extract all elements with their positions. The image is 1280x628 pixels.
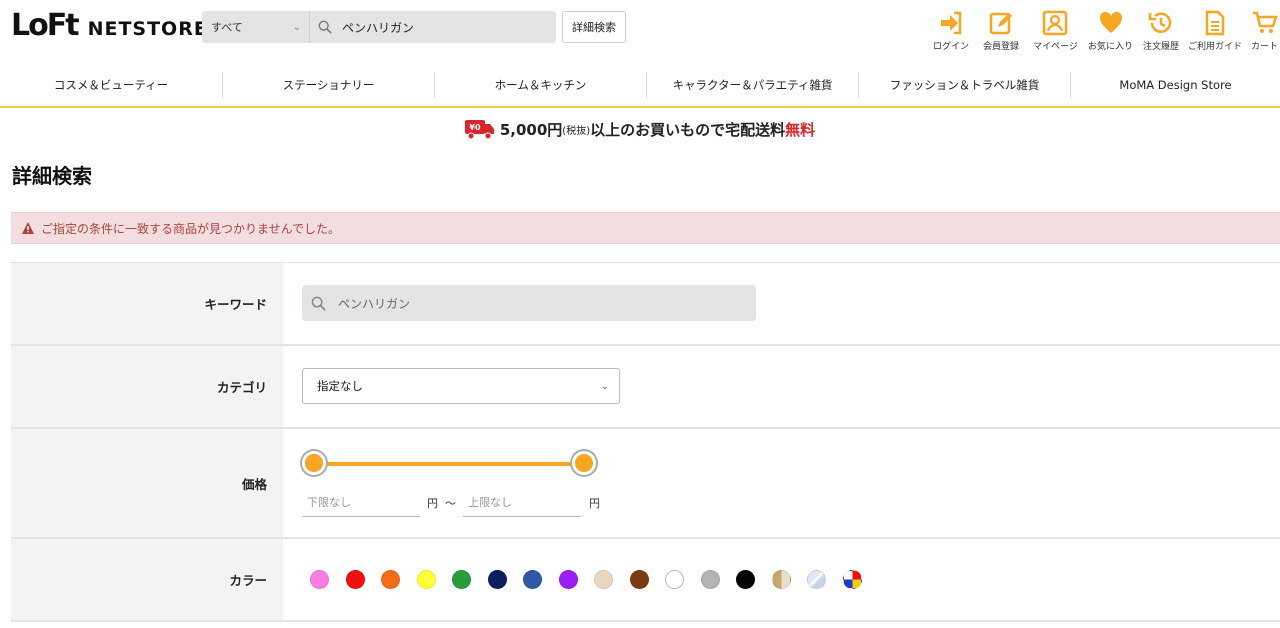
advanced-search-form: キーワード ペンハリガン カテゴリ 指定なし ⌄ 価格 下限なし 円 〜 上限な… (11, 262, 1280, 622)
price-max-unit: 円 (589, 497, 600, 510)
keyword-input[interactable]: ペンハリガン (302, 285, 756, 321)
color-swatch[interactable] (629, 570, 649, 589)
color-swatch[interactable] (771, 570, 791, 589)
banner-tax: (税抜) (562, 125, 591, 137)
price-min-input[interactable]: 下限なし (302, 487, 420, 517)
order-history-label: 注文履歴 (1143, 42, 1180, 52)
category-select[interactable]: 指定なし ⌄ (302, 368, 620, 404)
login-link[interactable]: ログイン (933, 10, 969, 52)
category-nav: コスメ＆ビューティー ステーショナリー ホーム＆キッチン キャラクター＆パラエテ… (0, 64, 1280, 108)
color-swatch[interactable] (452, 570, 471, 589)
color-swatch[interactable] (523, 570, 542, 589)
color-swatch[interactable] (594, 570, 613, 589)
color-label: カラー (11, 539, 283, 620)
mypage-label: マイページ (1033, 42, 1078, 52)
register-icon (989, 12, 1012, 35)
warning-icon (22, 222, 34, 234)
site-header: LoFt NETSTORE すべて ⌄ ペンハリガン 詳細検索 ログイン 会員登… (0, 0, 1280, 62)
logo-netstore: NETSTORE (87, 18, 208, 40)
mypage-link[interactable]: マイページ (1033, 10, 1078, 52)
color-swatch[interactable] (416, 570, 436, 589)
login-label: ログイン (933, 42, 970, 52)
color-swatch[interactable] (310, 570, 329, 589)
favorites-label: お気に入り (1088, 42, 1134, 52)
price-slider-track[interactable] (314, 462, 584, 466)
header-search: すべて ⌄ ペンハリガン (202, 11, 556, 43)
site-logo[interactable]: LoFt NETSTORE (11, 11, 208, 41)
advanced-search-button[interactable]: 詳細検索 (562, 11, 626, 43)
login-icon (941, 11, 962, 35)
heart-icon (1099, 11, 1122, 33)
nav-item-fashion-travel[interactable]: ファッション＆トラベル雑貨 (859, 72, 1071, 98)
chevron-down-icon: ⌄ (600, 380, 609, 392)
price-row: 価格 下限なし 円 〜 上限なし 円 (11, 429, 1280, 539)
logo-loft: LoFt (11, 8, 80, 43)
guide-link[interactable]: ご利用ガイド (1188, 10, 1242, 52)
color-swatch[interactable] (345, 570, 365, 589)
guide-icon (1205, 10, 1225, 36)
nav-item-moma[interactable]: MoMA Design Store (1071, 72, 1280, 98)
price-slider-max-handle[interactable] (572, 451, 596, 475)
price-separator: 〜 (445, 497, 456, 510)
cart-icon (1252, 11, 1278, 33)
shipping-banner[interactable]: ¥0 5,000円 (税抜) 以上のお買いもので宅配送料 無料 (0, 116, 1280, 142)
keyword-label: キーワード (11, 263, 283, 344)
keyword-input-value: ペンハリガン (338, 296, 411, 311)
color-swatches (310, 570, 878, 589)
nav-item-home-kitchen[interactable]: ホーム＆キッチン (435, 72, 647, 98)
search-icon (318, 20, 332, 34)
banner-amount: 5,000円 (499, 120, 563, 139)
cart-link[interactable]: カート (1251, 10, 1278, 52)
price-label: 価格 (11, 429, 283, 537)
mypage-icon (1043, 10, 1068, 36)
no-results-alert: ご指定の条件に一致する商品が見つかりませんでした。 (11, 212, 1280, 244)
alert-message: ご指定の条件に一致する商品が見つかりませんでした。 (41, 221, 341, 236)
color-swatch[interactable] (700, 570, 720, 589)
category-selected-value: 指定なし (317, 379, 363, 393)
price-min-unit: 円 (427, 497, 438, 510)
order-history-link[interactable]: 注文履歴 (1143, 10, 1179, 52)
color-swatch[interactable] (665, 570, 684, 589)
color-row: カラー (11, 539, 1280, 622)
search-scope-value: すべて (211, 21, 243, 34)
banner-free: 無料 (785, 120, 816, 139)
chevron-down-icon: ⌄ (292, 21, 301, 33)
favorites-link[interactable]: お気に入り (1088, 10, 1133, 52)
color-swatch[interactable] (807, 570, 826, 589)
color-swatch[interactable] (487, 570, 507, 589)
nav-item-character[interactable]: キャラクター＆パラエティ雑貨 (647, 72, 859, 98)
color-swatch[interactable] (381, 570, 400, 589)
price-slider-min-handle[interactable] (302, 451, 326, 475)
color-swatch[interactable] (842, 570, 862, 589)
search-icon (311, 296, 326, 310)
color-swatch[interactable] (736, 570, 755, 589)
search-input-value: ペンハリガン (342, 20, 415, 35)
keyword-row: キーワード ペンハリガン (11, 263, 1280, 346)
history-icon (1148, 12, 1172, 33)
banner-text: 以上のお買いもので宅配送料 (590, 120, 786, 139)
nav-item-cosme[interactable]: コスメ＆ビューティー (0, 72, 223, 98)
search-scope-select[interactable]: すべて ⌄ (202, 11, 310, 43)
search-input[interactable]: ペンハリガン (310, 19, 556, 36)
color-swatch[interactable] (558, 570, 578, 589)
guide-label: ご利用ガイド (1188, 42, 1243, 52)
price-max-input[interactable]: 上限なし (463, 487, 581, 517)
page-title: 詳細検索 (12, 164, 92, 188)
cart-label: カート (1251, 42, 1279, 52)
register-label: 会員登録 (983, 42, 1020, 52)
truck-icon: ¥0 (464, 120, 494, 140)
truck-badge: ¥0 (469, 123, 481, 132)
category-row: カテゴリ 指定なし ⌄ (11, 346, 1280, 429)
register-link[interactable]: 会員登録 (983, 10, 1019, 52)
category-label: カテゴリ (11, 346, 283, 427)
nav-item-stationery[interactable]: ステーショナリー (223, 72, 435, 98)
